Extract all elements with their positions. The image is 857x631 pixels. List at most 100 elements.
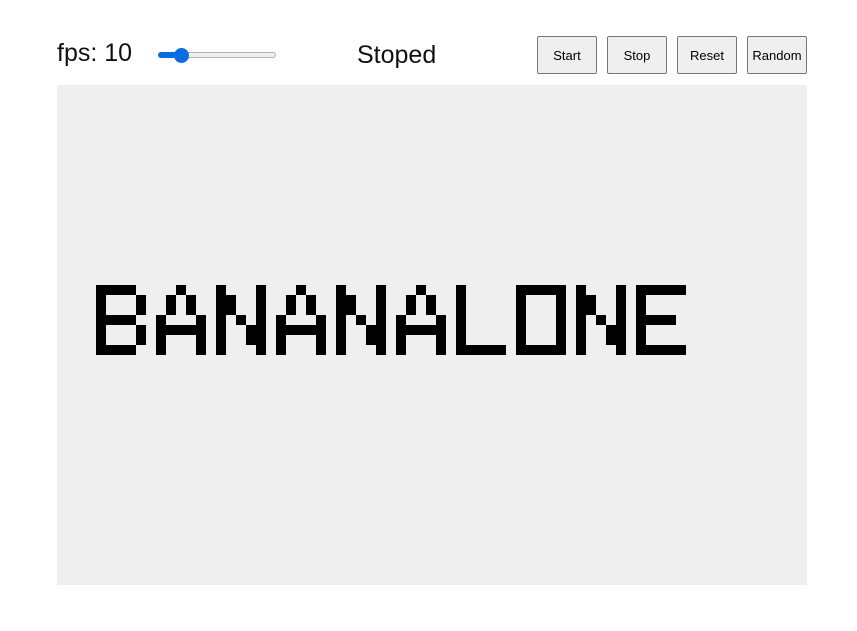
start-button[interactable]: Start bbox=[537, 36, 597, 74]
live-cell bbox=[216, 315, 226, 325]
live-cell bbox=[96, 315, 106, 325]
live-cell bbox=[586, 295, 596, 305]
live-cell bbox=[656, 285, 666, 295]
fps-slider-thumb[interactable] bbox=[173, 48, 189, 63]
live-cell bbox=[316, 325, 326, 335]
live-cell bbox=[286, 295, 296, 305]
live-cell bbox=[256, 285, 266, 295]
live-cell bbox=[246, 335, 256, 345]
live-cell bbox=[186, 305, 196, 315]
live-cell bbox=[636, 345, 646, 355]
live-cell bbox=[466, 345, 476, 355]
live-cell bbox=[476, 345, 486, 355]
live-cell bbox=[186, 295, 196, 305]
live-cell bbox=[576, 285, 586, 295]
live-cell bbox=[176, 325, 186, 335]
live-cell bbox=[376, 325, 386, 335]
pattern-letter-e bbox=[636, 285, 686, 355]
live-cell bbox=[256, 295, 266, 305]
live-cell bbox=[606, 335, 616, 345]
live-cell bbox=[576, 325, 586, 335]
live-cell bbox=[636, 325, 646, 335]
live-cell bbox=[166, 305, 176, 315]
live-cell bbox=[306, 295, 316, 305]
live-cell bbox=[116, 285, 126, 295]
live-cell bbox=[346, 305, 356, 315]
live-cell bbox=[456, 345, 466, 355]
live-cell bbox=[406, 295, 416, 305]
live-cell bbox=[616, 295, 626, 305]
reset-button[interactable]: Reset bbox=[677, 36, 737, 74]
live-cell bbox=[516, 325, 526, 335]
live-cell bbox=[426, 305, 436, 315]
live-cell bbox=[256, 315, 266, 325]
live-cell bbox=[106, 285, 116, 295]
live-cell bbox=[136, 305, 146, 315]
live-cell bbox=[436, 315, 446, 325]
live-cell bbox=[646, 285, 656, 295]
live-cell bbox=[546, 345, 556, 355]
live-cell bbox=[556, 345, 566, 355]
live-cell bbox=[556, 335, 566, 345]
live-cell bbox=[286, 305, 296, 315]
live-cell bbox=[636, 295, 646, 305]
live-cell bbox=[116, 345, 126, 355]
live-cell bbox=[516, 345, 526, 355]
live-cell bbox=[216, 345, 226, 355]
live-cell bbox=[376, 345, 386, 355]
live-cell bbox=[306, 325, 316, 335]
live-cell bbox=[666, 285, 676, 295]
live-cell bbox=[596, 315, 606, 325]
live-cell bbox=[366, 335, 376, 345]
live-cell bbox=[196, 335, 206, 345]
live-cell bbox=[616, 315, 626, 325]
fps-slider[interactable] bbox=[158, 48, 276, 63]
live-cell bbox=[396, 315, 406, 325]
pattern-letter-n bbox=[336, 285, 386, 355]
live-cell bbox=[166, 325, 176, 335]
live-cell bbox=[646, 315, 656, 325]
live-cell bbox=[126, 345, 136, 355]
live-cell bbox=[196, 325, 206, 335]
live-cell bbox=[616, 285, 626, 295]
live-cell bbox=[486, 345, 496, 355]
live-cell bbox=[376, 285, 386, 295]
live-cell bbox=[606, 325, 616, 335]
live-cell bbox=[126, 285, 136, 295]
live-cell bbox=[656, 345, 666, 355]
live-cell bbox=[556, 285, 566, 295]
live-cell bbox=[616, 325, 626, 335]
live-cell bbox=[576, 345, 586, 355]
live-cell bbox=[456, 335, 466, 345]
live-cell bbox=[176, 285, 186, 295]
live-cell bbox=[196, 315, 206, 325]
live-cell bbox=[286, 325, 296, 335]
live-cell bbox=[156, 345, 166, 355]
live-cell bbox=[456, 325, 466, 335]
live-cell bbox=[616, 305, 626, 315]
stop-button[interactable]: Stop bbox=[607, 36, 667, 74]
live-cell bbox=[516, 295, 526, 305]
live-cell bbox=[336, 305, 346, 315]
life-board-cells bbox=[96, 285, 686, 355]
live-cell bbox=[106, 315, 116, 325]
live-cell bbox=[666, 315, 676, 325]
live-cell bbox=[436, 335, 446, 345]
live-cell bbox=[636, 315, 646, 325]
live-cell bbox=[296, 325, 306, 335]
live-cell bbox=[106, 345, 116, 355]
live-cell bbox=[136, 295, 146, 305]
live-cell bbox=[536, 285, 546, 295]
live-cell bbox=[556, 305, 566, 315]
live-cell bbox=[256, 325, 266, 335]
pattern-letter-a bbox=[396, 285, 446, 355]
random-button[interactable]: Random bbox=[747, 36, 807, 74]
live-cell bbox=[156, 325, 166, 335]
life-board-canvas[interactable] bbox=[57, 85, 807, 585]
toolbar: fps: 10 Stoped Start Stop Reset Random bbox=[0, 0, 857, 85]
live-cell bbox=[456, 295, 466, 305]
live-cell bbox=[636, 335, 646, 345]
live-cell bbox=[96, 345, 106, 355]
status-text: Stoped bbox=[357, 41, 437, 69]
live-cell bbox=[556, 315, 566, 325]
